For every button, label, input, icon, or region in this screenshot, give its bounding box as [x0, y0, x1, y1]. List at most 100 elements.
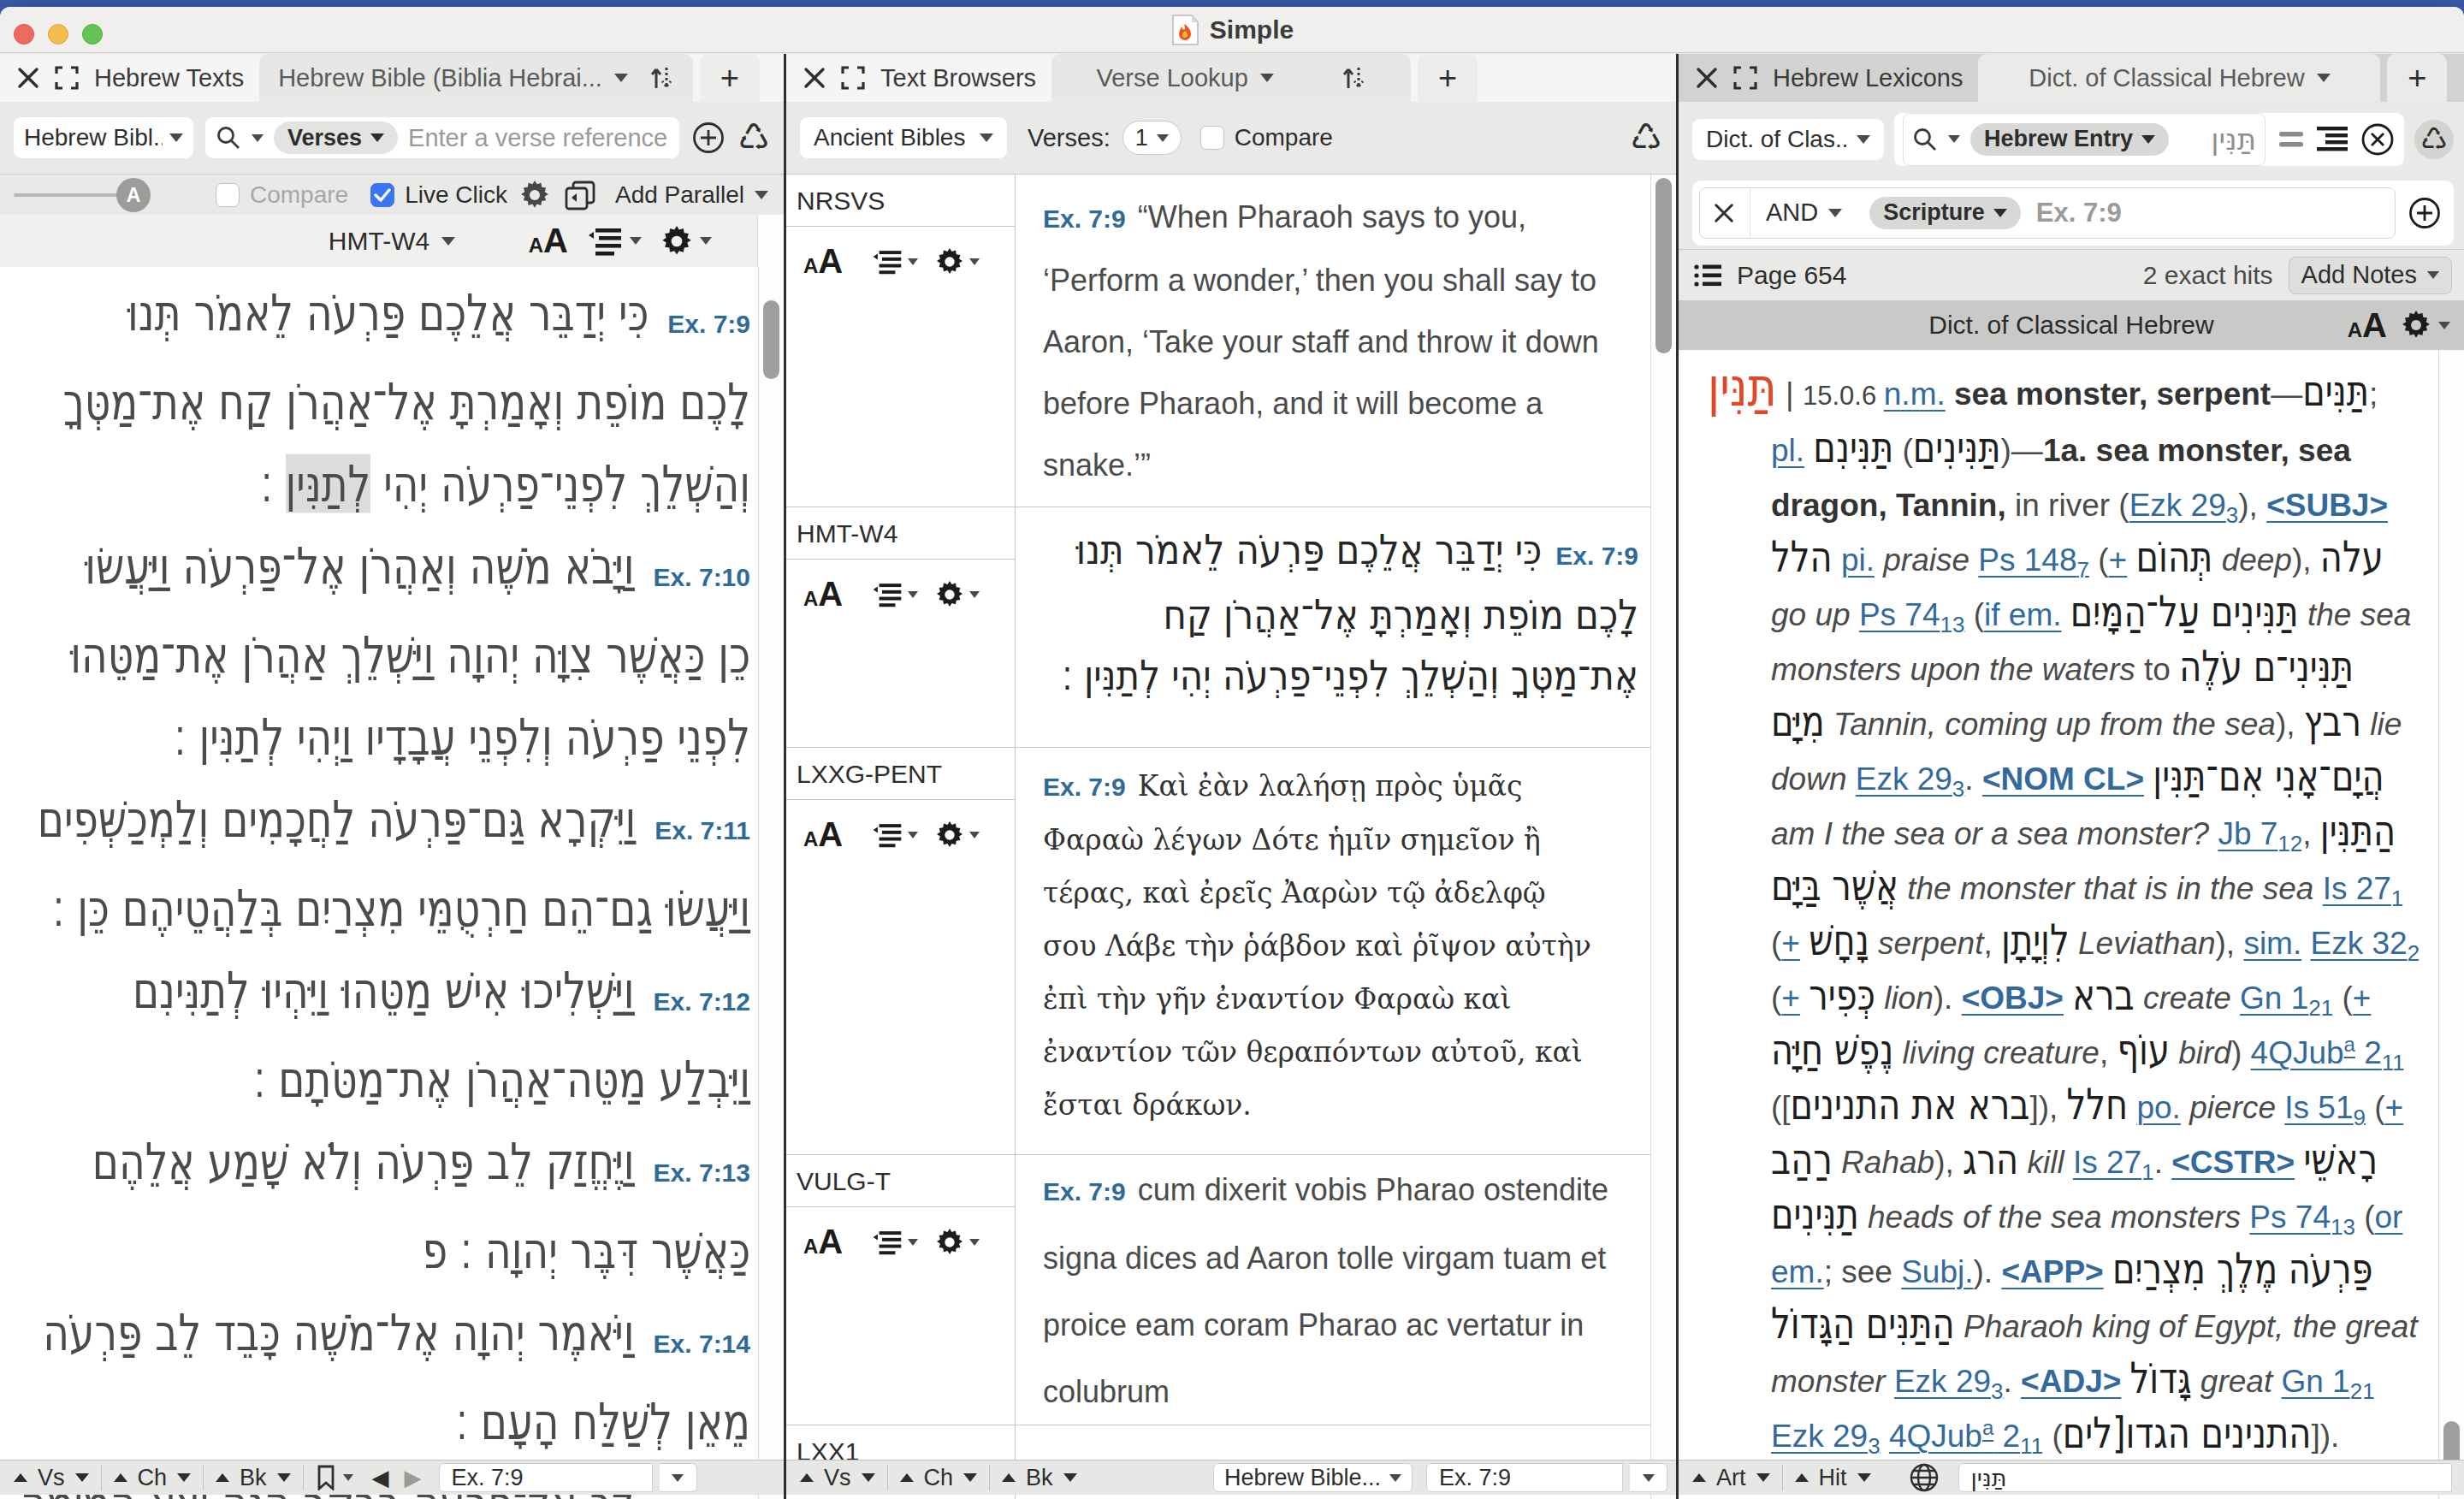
- right-scrollbar[interactable]: [2438, 350, 2464, 1499]
- globe-icon[interactable]: [1909, 1462, 1940, 1493]
- and-scope-pill[interactable]: Scripture: [1869, 197, 2021, 229]
- verse-stepper[interactable]: Vs: [9, 1465, 94, 1491]
- text-display-icon[interactable]: [587, 227, 642, 256]
- verse-ref[interactable]: Ex. 7:9: [1043, 773, 1126, 801]
- back-icon[interactable]: ◀: [372, 1465, 389, 1491]
- chevron-down-icon[interactable]: [343, 1474, 353, 1481]
- gear-icon[interactable]: [935, 1228, 980, 1257]
- lexicon-link[interactable]: Ezk 293: [1771, 1419, 1881, 1454]
- close-zone-icon[interactable]: [1696, 67, 1718, 89]
- chevron-down-icon[interactable]: [252, 134, 264, 142]
- down-arrow-icon[interactable]: [277, 1473, 291, 1482]
- down-arrow-icon[interactable]: [75, 1473, 89, 1482]
- lexicon-link[interactable]: Ezk 293: [1856, 761, 1965, 797]
- search-scope-pill[interactable]: Hebrew Entry: [1970, 123, 2169, 156]
- page-label[interactable]: Page 654: [1737, 261, 1846, 290]
- fullscreen-icon[interactable]: [1733, 66, 1757, 90]
- book-stepper[interactable]: Bk: [997, 1465, 1082, 1491]
- verse-ref[interactable]: Ex. 7:9: [1043, 204, 1126, 233]
- gear-icon[interactable]: [935, 821, 980, 850]
- verse-reference-input[interactable]: Ex. 7:9: [439, 1463, 653, 1492]
- lexicon-link[interactable]: pl.: [1771, 433, 1804, 468]
- font-size-icon[interactable]: AA: [803, 242, 843, 281]
- tab-hebrew-bible[interactable]: Hebrew Bible (Biblia Hebrai...: [259, 54, 693, 102]
- add-notes-button[interactable]: Add Notes: [2289, 257, 2452, 294]
- down-arrow-icon[interactable]: [177, 1473, 191, 1482]
- lexicon-link[interactable]: <CSTR>: [2171, 1145, 2295, 1180]
- new-tab-button[interactable]: +: [700, 54, 760, 102]
- context-lines-icon[interactable]: [2317, 126, 2348, 153]
- lexicon-link[interactable]: Subj.: [1901, 1254, 1973, 1289]
- middle-scrollbar-thumb[interactable]: [1656, 178, 1672, 353]
- bookmark-icon[interactable]: [316, 1465, 336, 1490]
- up-arrow-icon[interactable]: [216, 1473, 229, 1482]
- text-display-icon[interactable]: [872, 1229, 918, 1255]
- sort-icon[interactable]: [649, 64, 674, 92]
- lexicon-link[interactable]: Ezk 322: [2311, 926, 2420, 961]
- duplicate-pane-icon[interactable]: [564, 180, 596, 210]
- left-scrollbar-thumb[interactable]: [763, 300, 779, 379]
- lexicon-link[interactable]: Is 271: [2073, 1145, 2154, 1180]
- list-icon[interactable]: [1694, 264, 1721, 287]
- verse-search-field[interactable]: Verses Enter a verse reference: [205, 117, 679, 158]
- lexicon-link[interactable]: +: [2353, 981, 2372, 1016]
- add-circle-icon[interactable]: [691, 121, 726, 155]
- verse-ref[interactable]: Ex. 7:13: [654, 1140, 750, 1206]
- chevron-down-icon[interactable]: [614, 74, 628, 82]
- module-select-button[interactable]: Ancient Bibles: [800, 117, 1007, 158]
- and-criteria-field[interactable]: AND Scripture Ex. 7:9: [1699, 187, 2396, 239]
- text-size-slider[interactable]: A: [14, 175, 133, 215]
- version-header-label[interactable]: HMT-W4: [329, 227, 429, 256]
- verse-reference-dropdown[interactable]: [660, 1463, 697, 1492]
- gear-icon[interactable]: [935, 247, 980, 276]
- close-zone-icon[interactable]: [17, 67, 39, 89]
- lexicon-link[interactable]: n.m.: [1884, 376, 1946, 412]
- compare-checkbox[interactable]: [216, 183, 240, 207]
- lexicon-link[interactable]: <APP>: [2001, 1254, 2103, 1289]
- verse-ref[interactable]: Ex. 7:11: [654, 797, 750, 863]
- verses-count-select[interactable]: 1: [1122, 121, 1182, 155]
- lexicon-link[interactable]: Is 271: [2323, 871, 2404, 906]
- compare-checkbox[interactable]: [1200, 126, 1224, 150]
- sort-icon[interactable]: [1341, 64, 1366, 92]
- lexicon-link[interactable]: pi.: [1841, 542, 1875, 578]
- text-display-icon[interactable]: [872, 582, 918, 607]
- gear-icon[interactable]: [935, 580, 980, 609]
- zone-label-hebrew-texts[interactable]: Hebrew Texts: [94, 64, 244, 92]
- boolean-operator-select[interactable]: AND: [1766, 198, 1842, 227]
- up-arrow-icon[interactable]: [114, 1473, 127, 1482]
- forward-icon[interactable]: ▶: [405, 1465, 422, 1491]
- lexicon-link[interactable]: <SUBJ>: [2266, 488, 2388, 523]
- verse-reference-input[interactable]: Ex. 7:9: [1426, 1463, 1623, 1492]
- lexicon-link[interactable]: Ps 7413: [2249, 1200, 2355, 1235]
- slider-knob[interactable]: A: [116, 178, 151, 212]
- font-size-icon[interactable]: AA: [803, 1223, 843, 1261]
- verse-reference-dropdown[interactable]: [1630, 1463, 1667, 1492]
- add-parallel-button[interactable]: Add Parallel: [615, 181, 768, 209]
- lexicon-link[interactable]: Gn 121: [2240, 981, 2333, 1016]
- chevron-down-icon[interactable]: [1948, 135, 1960, 143]
- equals-icon[interactable]: [2277, 130, 2305, 149]
- font-size-icon[interactable]: AA: [803, 815, 843, 854]
- lexicon-link[interactable]: <OBJ>: [1962, 981, 2064, 1016]
- lexicon-link[interactable]: +: [2109, 542, 2128, 578]
- zone-label-text-browsers[interactable]: Text Browsers: [880, 64, 1036, 92]
- up-arrow-icon[interactable]: [900, 1473, 914, 1482]
- up-arrow-icon[interactable]: [1692, 1473, 1706, 1482]
- module-select-button[interactable]: Hebrew Bibl...: [14, 117, 193, 158]
- fullscreen-icon[interactable]: [841, 66, 865, 90]
- chevron-down-icon[interactable]: [2317, 74, 2331, 82]
- version-name[interactable]: LXXG-PENT: [797, 760, 1015, 799]
- lexicon-search-field[interactable]: Hebrew Entry תַּנִּין: [1903, 113, 2266, 166]
- verse-stepper[interactable]: Vs: [795, 1465, 880, 1491]
- text-display-icon[interactable]: [872, 822, 918, 848]
- lexicon-link[interactable]: Jb 712: [2218, 816, 2302, 851]
- close-zone-icon[interactable]: [803, 67, 826, 89]
- lexicon-link[interactable]: Ezk 293: [2129, 488, 2239, 523]
- new-tab-button[interactable]: +: [1418, 54, 1478, 102]
- chevron-down-icon[interactable]: [441, 237, 455, 246]
- version-name[interactable]: VULG-T: [797, 1167, 1015, 1206]
- down-arrow-icon[interactable]: [1857, 1473, 1871, 1482]
- article-stepper[interactable]: Art: [1687, 1465, 1775, 1491]
- font-size-icon[interactable]: AA: [529, 222, 568, 260]
